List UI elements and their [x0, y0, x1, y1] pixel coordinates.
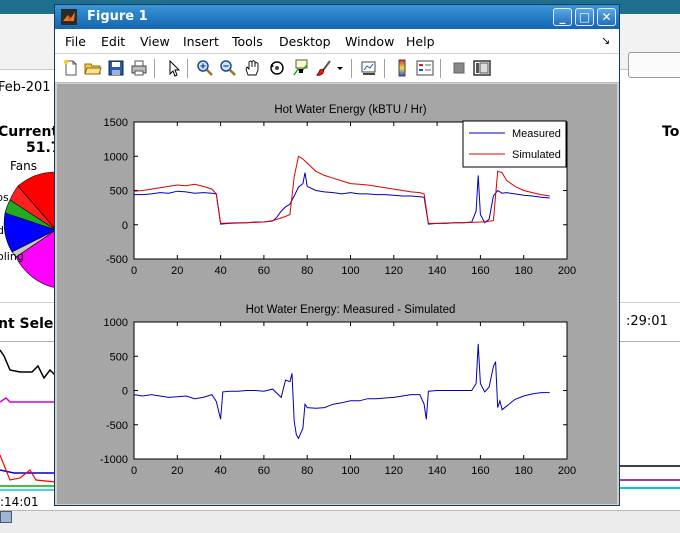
figure-plots: Hot Water Energy (kBTU / Hr) 0 20 40 60 80 100… [100, 104, 577, 477]
background-date-text: Feb-201 [0, 80, 51, 95]
y-tick-label: 500 [110, 351, 128, 363]
close-button[interactable]: ✕ [597, 8, 616, 26]
colorbar-icon[interactable] [393, 59, 411, 77]
y-tick-label: -1000 [100, 454, 128, 466]
background-pie-chart [3, 171, 57, 289]
toolbar-separator [154, 59, 155, 78]
menu-edit[interactable]: Edit [101, 34, 125, 49]
zoom-out-icon[interactable] [219, 59, 237, 77]
menu-tools[interactable]: Tools [232, 34, 263, 49]
background-d-label: d [0, 224, 4, 237]
background-status-bar [0, 510, 680, 533]
menu-window[interactable]: Window [345, 34, 394, 49]
zoom-in-icon[interactable] [196, 59, 214, 77]
menu-file[interactable]: File [65, 34, 86, 49]
toolbar-separator [187, 59, 188, 78]
figure-canvas: Hot Water Energy (kBTU / Hr) 0 20 40 60 80 100… [57, 84, 617, 504]
y-tick-label: 1500 [104, 117, 128, 129]
x-tick-label: 200 [558, 265, 576, 277]
x-tick-label: 120 [385, 465, 403, 477]
x-tick-label: 60 [258, 465, 270, 477]
x-tick-label: 200 [558, 465, 576, 477]
x-tick-label: 100 [341, 265, 359, 277]
y-tick-label: 500 [110, 186, 128, 198]
x-tick-label: 40 [214, 465, 226, 477]
background-trend-red [0, 454, 57, 483]
y-tick-label: 0 [122, 386, 128, 398]
menu-desktop[interactable]: Desktop [279, 34, 331, 49]
plot-area [133, 321, 568, 460]
figure-toolbar [55, 54, 619, 83]
open-folder-icon[interactable] [84, 59, 102, 77]
axes-title: Hot Water Energy: Measured - Simulated [246, 304, 456, 316]
minimize-button[interactable]: _ [553, 8, 572, 26]
x-tick-label: 100 [341, 465, 359, 477]
x-tick-label: 60 [258, 265, 270, 277]
maximize-button[interactable]: □ [575, 8, 594, 26]
background-cooling-label: oling [0, 250, 24, 263]
menu-dock-arrow-icon[interactable]: ↘ [601, 34, 610, 47]
background-pumps-label: ps [0, 191, 9, 204]
legend-label: Simulated [512, 149, 561, 161]
menu-bar: File Edit View Insert Tools Desktop Wind… [55, 29, 619, 54]
x-tick-label: 160 [471, 265, 489, 277]
x-tick-label: 80 [301, 465, 313, 477]
background-trend-magenta [0, 397, 56, 403]
x-tick-label: 40 [214, 265, 226, 277]
link-plot-icon[interactable] [360, 59, 378, 77]
y-tick-label: 0 [122, 220, 128, 232]
background-time-bottom: :14:01 [0, 495, 39, 509]
x-tick-label: 20 [171, 465, 183, 477]
x-tick-label: 180 [515, 465, 533, 477]
x-tick-label: 120 [385, 265, 403, 277]
toolbar-separator [351, 59, 352, 78]
brush-dropdown-icon[interactable] [336, 59, 344, 77]
y-tick-label: 1000 [104, 151, 128, 163]
x-tick-label: 160 [471, 465, 489, 477]
new-file-icon[interactable] [62, 59, 80, 77]
menu-insert[interactable]: Insert [183, 34, 219, 49]
axes-title: Hot Water Energy (kBTU / Hr) [274, 104, 426, 116]
legend: Measured Simulated [462, 120, 567, 168]
brush-icon[interactable] [316, 59, 334, 77]
print-icon[interactable] [130, 59, 148, 77]
y-tick-label: 1000 [104, 317, 128, 329]
data-cursor-icon[interactable] [292, 59, 310, 77]
toolbar-separator [440, 59, 441, 78]
window-title: Figure 1 [87, 9, 148, 24]
x-tick-label: 20 [171, 265, 183, 277]
menu-view[interactable]: View [140, 34, 170, 49]
background-time-right: :29:01 [626, 314, 668, 329]
matlab-logo-icon [61, 9, 77, 25]
legend-icon[interactable] [416, 59, 434, 77]
toolbar-separator [384, 59, 385, 78]
y-tick-label: -500 [106, 254, 128, 266]
y-tick-label: -500 [106, 420, 128, 432]
menu-help[interactable]: Help [406, 34, 435, 49]
hide-plot-tools-icon[interactable] [450, 59, 468, 77]
x-tick-label: 0 [131, 465, 137, 477]
x-tick-label: 140 [428, 265, 446, 277]
save-icon[interactable] [107, 59, 125, 77]
background-total-label: To [662, 124, 680, 140]
show-plot-tools-icon[interactable] [473, 59, 491, 77]
pointer-icon[interactable] [165, 59, 183, 77]
figure-window: Figure 1 _ □ ✕ File Edit View Insert Too… [54, 4, 620, 506]
x-tick-label: 180 [515, 265, 533, 277]
x-tick-label: 80 [301, 265, 313, 277]
window-title-bar[interactable]: Figure 1 _ □ ✕ [55, 5, 619, 29]
rotate-3d-icon[interactable] [268, 59, 286, 77]
background-fans-label: Fans [10, 159, 38, 173]
axes-1: Hot Water Energy (kBTU / Hr) 0 20 40 60 80 100… [104, 104, 577, 277]
background-trend-black [0, 349, 57, 380]
pan-hand-icon[interactable] [243, 59, 261, 77]
background-scroll-button[interactable] [0, 511, 12, 523]
axes-2: Hot Water Energy: Measured - Simulated 0 2… [100, 304, 576, 477]
x-tick-label: 0 [131, 265, 137, 277]
legend-label: Measured [512, 128, 561, 140]
x-tick-label: 140 [428, 465, 446, 477]
